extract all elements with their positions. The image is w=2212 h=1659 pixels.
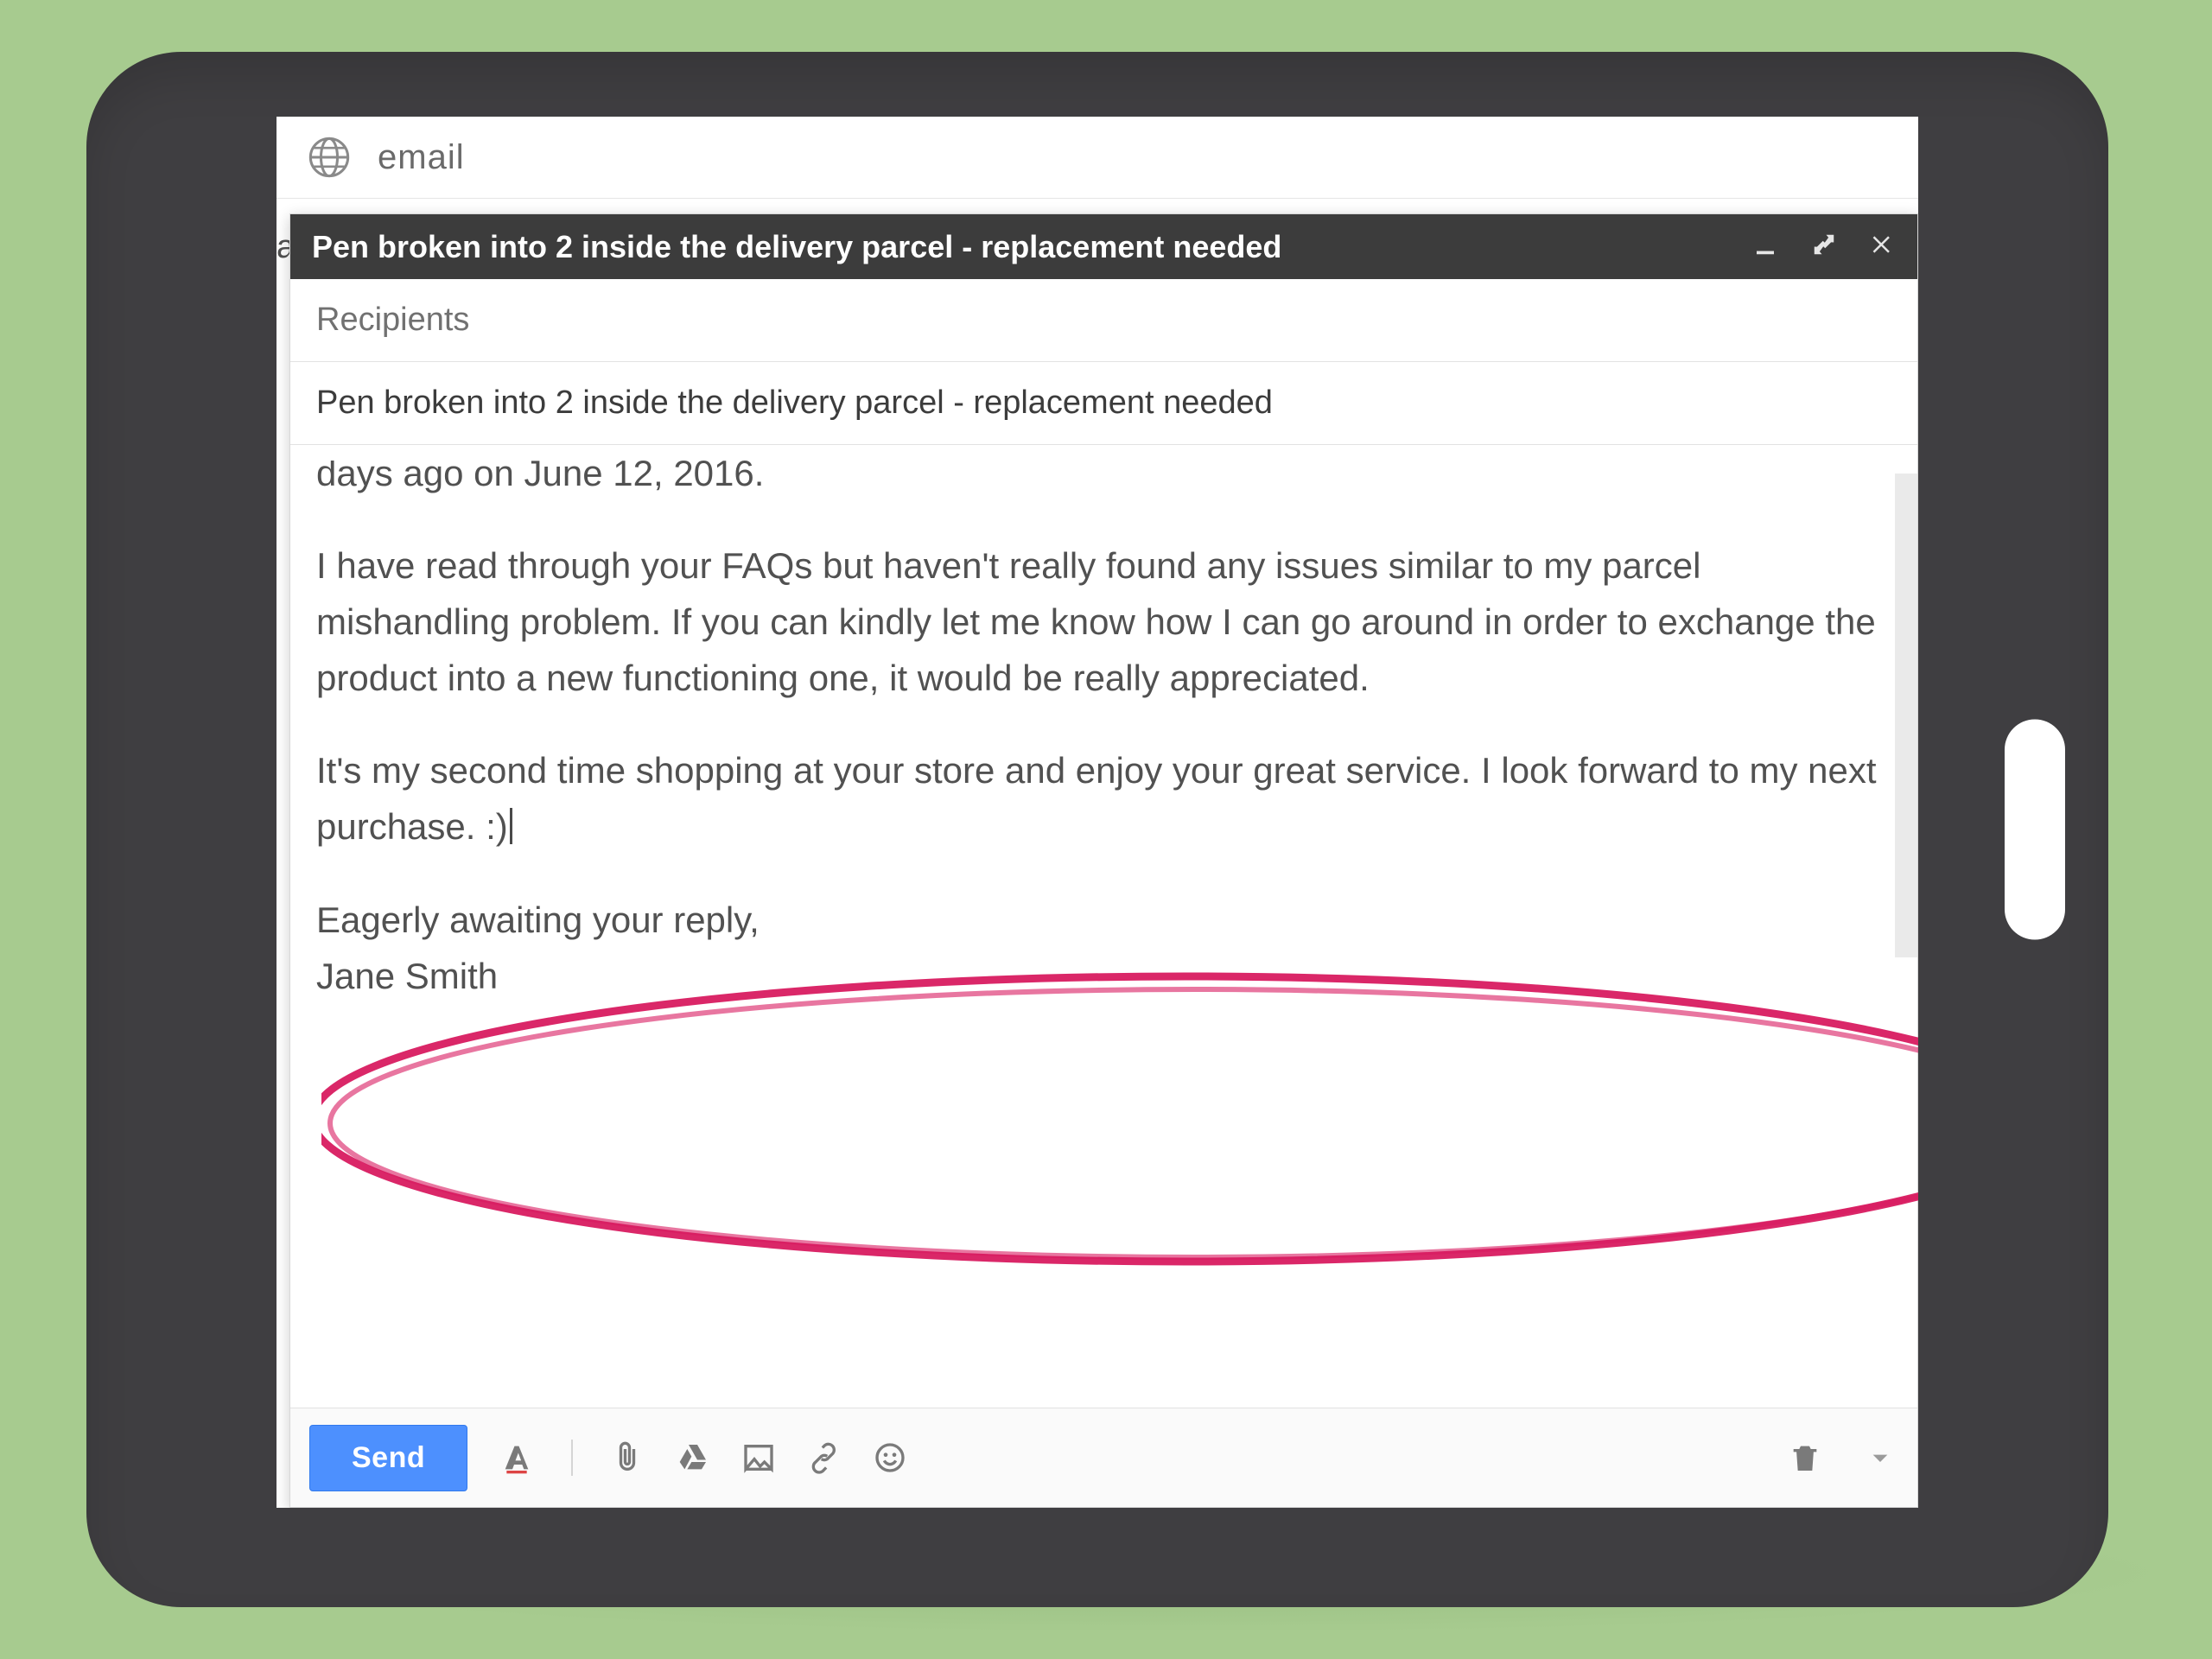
globe-icon [307,135,352,180]
body-paragraph-3: It's my second time shopping at your sto… [316,742,1891,855]
tablet-screen: email a Pen broken into 2 inside the del… [276,117,1918,1508]
emoji-icon[interactable] [872,1440,908,1476]
subject-field[interactable]: Pen broken into 2 inside the delivery pa… [290,362,1917,445]
subject-value: Pen broken into 2 inside the delivery pa… [316,385,1273,421]
toolbar-divider [571,1440,573,1476]
body-closing-block: Eagerly awaiting your reply, Jane Smith [316,892,1891,1004]
body-signature: Jane Smith [316,956,498,996]
recipients-field[interactable]: Recipients [290,279,1917,362]
body-paragraph-1: days ago on June 12, 2016. [316,461,1891,501]
send-button[interactable]: Send [309,1425,467,1491]
format-toolbar [499,1440,908,1476]
body-closing: Eagerly awaiting your reply, [316,899,760,940]
image-icon[interactable] [741,1440,777,1476]
trash-icon[interactable] [1787,1440,1823,1476]
compose-body[interactable]: days ago on June 12, 2016. I have read t… [290,461,1917,1408]
recipients-placeholder: Recipients [316,302,469,338]
tablet-home-button[interactable] [2005,720,2065,940]
link-icon[interactable] [806,1440,842,1476]
drive-icon[interactable] [675,1440,711,1476]
body-paragraph-2: I have read through your FAQs but haven'… [316,537,1891,706]
compose-window: Pen broken into 2 inside the delivery pa… [289,213,1918,1508]
expand-icon[interactable] [1811,229,1837,265]
app-title: email [378,138,465,177]
app-topbar: email [276,117,1918,199]
compose-header-subject: Pen broken into 2 inside the delivery pa… [312,229,1735,265]
compose-header-bar[interactable]: Pen broken into 2 inside the delivery pa… [290,214,1917,279]
close-icon[interactable] [1870,229,1896,265]
paperclip-icon[interactable] [609,1440,645,1476]
more-options-caret-icon[interactable] [1862,1440,1898,1476]
format-text-icon[interactable] [499,1440,535,1476]
compose-footer: Send [290,1408,1917,1507]
text-cursor [510,808,512,844]
tablet-device-frame: email a Pen broken into 2 inside the del… [86,52,2108,1607]
minimize-icon[interactable] [1752,229,1778,265]
vertical-scrollbar[interactable] [1895,474,1917,957]
